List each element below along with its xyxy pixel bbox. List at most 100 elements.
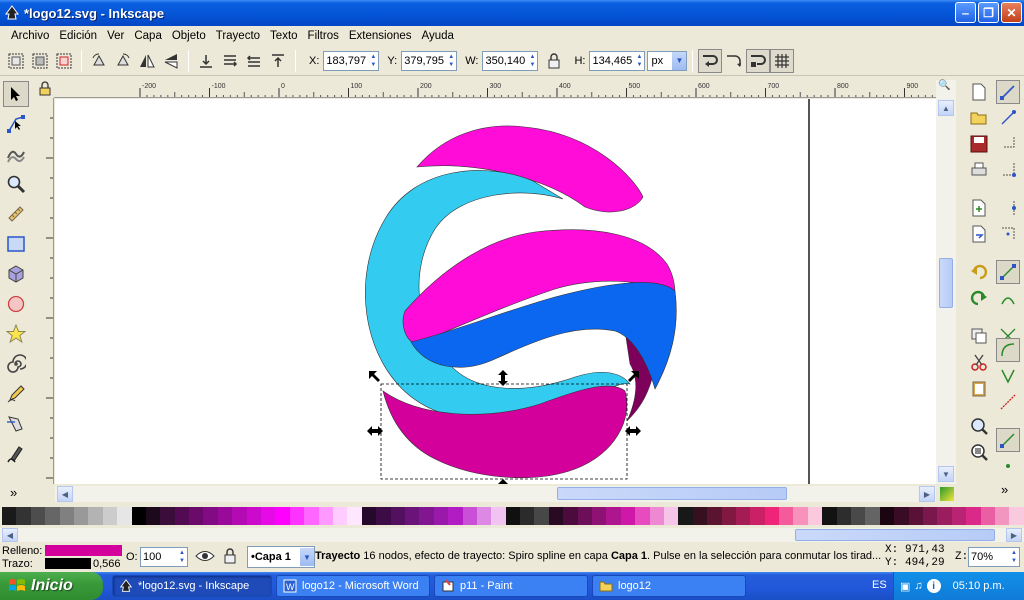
- scale-stroke-button[interactable]: [698, 48, 723, 73]
- palette-swatch[interactable]: [102, 507, 118, 525]
- palette-swatch[interactable]: [879, 507, 895, 525]
- rotate-cw-button[interactable]: [111, 49, 135, 73]
- move-gradients-button[interactable]: [746, 48, 771, 73]
- spiral-tool[interactable]: [3, 351, 29, 377]
- palette-swatch[interactable]: [131, 507, 146, 525]
- menu-extensiones[interactable]: Extensiones: [344, 30, 417, 42]
- zoom-corner-icon[interactable]: 🔍: [938, 80, 950, 91]
- palette-swatch[interactable]: [448, 507, 463, 525]
- palette-swatch[interactable]: [347, 507, 362, 525]
- export-button[interactable]: [967, 222, 991, 246]
- redo-button[interactable]: [967, 286, 991, 310]
- palette-swatch[interactable]: [793, 507, 808, 525]
- restore-button[interactable]: ❐: [978, 2, 999, 23]
- menu-ayuda[interactable]: Ayuda: [417, 30, 459, 42]
- palette-swatch[interactable]: [2, 507, 17, 525]
- palette-swatch[interactable]: [735, 507, 751, 525]
- lock-proportions-button[interactable]: [542, 49, 566, 73]
- h-spinner[interactable]: ▲ ▼: [634, 52, 644, 70]
- palette-swatch[interactable]: [433, 507, 449, 525]
- palette-swatch[interactable]: [807, 507, 823, 525]
- palette-swatch[interactable]: [894, 507, 909, 525]
- palette-swatch[interactable]: [851, 507, 866, 525]
- scroll-down-button[interactable]: ▼: [938, 466, 954, 482]
- w-input[interactable]: [483, 51, 528, 70]
- palette-swatch[interactable]: [45, 507, 60, 525]
- x-spinner[interactable]: ▲ ▼: [368, 52, 378, 70]
- palette-swatch[interactable]: [304, 507, 319, 525]
- opacity-input[interactable]: [141, 548, 177, 566]
- rectangle-tool[interactable]: [3, 231, 29, 257]
- layer-select[interactable]: •Capa 1 ▼: [247, 546, 315, 568]
- open-button[interactable]: [967, 106, 991, 130]
- layer-visibility-eye-icon[interactable]: [195, 549, 215, 563]
- palette-swatch[interactable]: [534, 507, 549, 525]
- node-tool[interactable]: [3, 111, 29, 137]
- palette-swatch[interactable]: [923, 507, 938, 525]
- palette-swatch[interactable]: [692, 507, 708, 525]
- unit-select[interactable]: px ▼: [647, 50, 688, 71]
- close-button[interactable]: ✕: [1001, 2, 1022, 23]
- palette-swatch[interactable]: [822, 507, 837, 525]
- palette-swatch[interactable]: [865, 507, 880, 525]
- palette-swatch[interactable]: [951, 507, 967, 525]
- palette-swatch[interactable]: [980, 507, 995, 525]
- stroke-swatch[interactable]: [45, 558, 91, 569]
- w-spinner[interactable]: ▲ ▼: [527, 52, 537, 70]
- info-icon[interactable]: i: [926, 579, 941, 593]
- task-folder[interactable]: logo12: [592, 575, 746, 597]
- palette-swatch[interactable]: [505, 507, 521, 525]
- palette-swatch[interactable]: [721, 507, 736, 525]
- commands-more-icon[interactable]: »: [1001, 482, 1008, 497]
- select-all-layers-button[interactable]: [28, 49, 52, 73]
- scroll-right-button[interactable]: ▶: [919, 486, 935, 502]
- palette-swatch[interactable]: [189, 507, 204, 525]
- palette-swatch[interactable]: [275, 507, 290, 525]
- palette-swatch[interactable]: [966, 507, 981, 525]
- vertical-ruler[interactable]: [36, 98, 54, 484]
- palette-swatch[interactable]: [332, 507, 348, 525]
- network-icon[interactable]: ▣: [900, 580, 910, 593]
- snap-bbox-button[interactable]: [996, 106, 1020, 130]
- palette-swatch[interactable]: [174, 507, 190, 525]
- palette-swatch[interactable]: [88, 507, 103, 525]
- palette-swatch[interactable]: [390, 507, 405, 525]
- palette-swatch[interactable]: [663, 507, 679, 525]
- vertical-scrollbar[interactable]: 🔍 ▲ ▼: [936, 80, 956, 484]
- task-word[interactable]: Wlogo12 - Microsoft Word: [276, 575, 430, 597]
- start-button[interactable]: Inicio: [0, 572, 103, 600]
- palette-swatch[interactable]: [419, 507, 434, 525]
- palette-swatch[interactable]: [217, 507, 233, 525]
- x-field[interactable]: ▲▼: [323, 50, 380, 71]
- menu-ver[interactable]: Ver: [102, 30, 129, 42]
- horizontal-scroll-thumb[interactable]: [557, 487, 787, 500]
- palette-swatch[interactable]: [73, 507, 89, 525]
- selector-tool[interactable]: [3, 81, 29, 107]
- menu-archivo[interactable]: Archivo: [6, 30, 54, 42]
- palette-swatch[interactable]: [620, 507, 636, 525]
- paste-button[interactable]: [967, 376, 991, 400]
- palette-swatch[interactable]: [117, 507, 132, 525]
- palette-swatch[interactable]: [779, 507, 794, 525]
- language-indicator[interactable]: ES: [872, 579, 887, 591]
- zoom-selection-button[interactable]: [967, 414, 991, 438]
- palette-swatch[interactable]: [160, 507, 175, 525]
- opacity-field[interactable]: ▲▼: [140, 547, 188, 567]
- scroll-up-button[interactable]: ▲: [938, 100, 954, 116]
- snap-edges-button[interactable]: [996, 132, 1020, 156]
- palette-swatch[interactable]: [908, 507, 923, 525]
- palette-swatch[interactable]: [1009, 507, 1024, 525]
- menu-objeto[interactable]: Objeto: [167, 30, 211, 42]
- zoom-field[interactable]: ▲▼: [968, 547, 1020, 567]
- palette-color-icon[interactable]: [940, 487, 954, 501]
- zoom-tool[interactable]: [3, 171, 29, 197]
- palette-swatch[interactable]: [476, 507, 492, 525]
- palette-scrollbar[interactable]: ◀ ▶: [0, 528, 1024, 542]
- menu-capa[interactable]: Capa: [129, 30, 167, 42]
- snap-cusp-nodes-button[interactable]: [996, 364, 1020, 388]
- snap-paths-button[interactable]: [996, 286, 1020, 310]
- palette-swatch[interactable]: [289, 507, 305, 525]
- zoom-drawing-button[interactable]: [967, 440, 991, 464]
- palette-swatch[interactable]: [994, 507, 1010, 525]
- palette-swatch[interactable]: [246, 507, 262, 525]
